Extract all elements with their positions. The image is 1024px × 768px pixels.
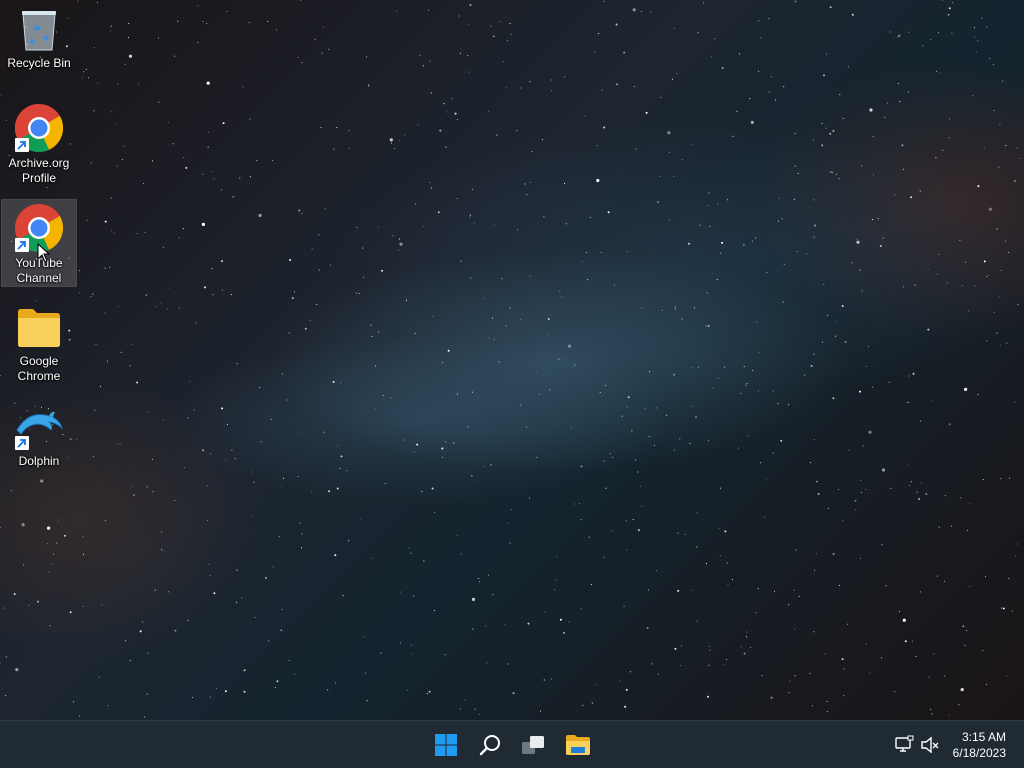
desktop-icon-label: Google Chrome — [17, 354, 61, 383]
desktop-icon-archive-org-profile[interactable]: Archive.org Profile — [2, 100, 76, 188]
desktop[interactable]: Recycle Bin Archive.org Profile YouTube … — [0, 0, 1024, 720]
folder-icon — [566, 735, 590, 755]
desktop-icon-label: Dolphin — [18, 454, 60, 468]
search-button[interactable] — [472, 727, 508, 763]
dolphin-icon — [15, 408, 64, 450]
network-icon[interactable] — [894, 735, 914, 755]
windows-start-icon — [435, 734, 457, 756]
clock-time: 3:15 AM — [961, 730, 1006, 744]
shortcut-arrow-icon — [15, 436, 29, 450]
desktop-icon-label: Recycle Bin — [7, 56, 71, 70]
shortcut-arrow-icon — [15, 238, 29, 252]
folder-icon — [15, 306, 63, 354]
search-icon — [479, 735, 500, 756]
desktop-icon-recycle-bin[interactable]: Recycle Bin — [2, 4, 76, 76]
volume-muted-icon[interactable] — [920, 735, 940, 755]
chrome-icon — [14, 103, 64, 153]
starfield-wallpaper — [0, 0, 1021, 718]
mouse-pointer-icon — [37, 243, 51, 263]
shortcut-arrow-icon — [15, 138, 29, 152]
desktop-icon-google-chrome[interactable]: Google Chrome — [2, 302, 76, 386]
file-explorer-button[interactable] — [560, 727, 596, 763]
taskbar: 3:15 AM 6/18/2023 — [0, 720, 1024, 768]
system-clock[interactable]: 3:15 AM 6/18/2023 — [953, 729, 1006, 761]
desktop-icon-label: Archive.org Profile — [8, 156, 70, 185]
recycle-bin-icon — [19, 8, 59, 52]
clock-date: 6/18/2023 — [952, 746, 1006, 760]
task-view-button[interactable] — [516, 727, 552, 763]
task-view-icon — [522, 736, 544, 754]
desktop-icon-dolphin[interactable]: Dolphin — [2, 404, 76, 470]
start-button[interactable] — [428, 727, 464, 763]
